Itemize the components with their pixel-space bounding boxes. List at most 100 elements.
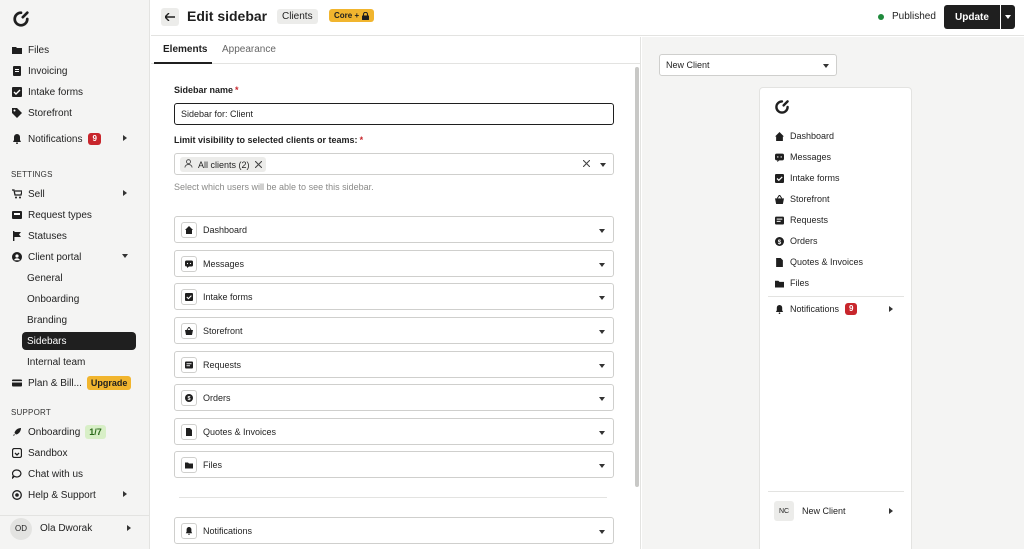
chevron-right-icon <box>122 491 128 499</box>
sidebar-item-intake-forms[interactable]: Intake forms <box>8 83 140 101</box>
plan-tag-label: Core + <box>334 11 360 20</box>
chevron-down-icon <box>823 64 829 68</box>
element-row-messages[interactable]: Messages <box>174 250 614 277</box>
sidebar-item-storefront[interactable]: Storefront <box>8 104 140 122</box>
chevron-down-icon[interactable] <box>599 431 605 435</box>
element-label: Notifications <box>203 525 253 536</box>
sidebar-item-label: Storefront <box>28 107 72 119</box>
sidebar-item-label: Invoicing <box>28 65 68 77</box>
element-row-notifications[interactable]: Notifications <box>174 517 614 544</box>
chevron-down-icon[interactable] <box>600 163 606 167</box>
chat-icon <box>12 469 22 479</box>
bell-icon <box>774 304 784 314</box>
preview-item-orders[interactable]: $ Orders <box>774 234 906 248</box>
sidebar-item-client-portal[interactable]: Client portal <box>8 248 140 266</box>
element-row-dashboard[interactable]: Dashboard <box>174 216 614 243</box>
tab-appearance[interactable]: Appearance <box>222 44 276 55</box>
rocket-icon <box>12 427 22 437</box>
editor-panel: Elements Appearance Sidebar name* Limit … <box>151 37 641 549</box>
preview-item-requests[interactable]: Requests <box>774 213 906 227</box>
app-logo-icon[interactable] <box>12 10 30 28</box>
help-icon <box>12 490 22 500</box>
element-label: Storefront <box>203 325 243 336</box>
lock-icon <box>362 11 370 20</box>
sidebar-item-statuses[interactable]: Statuses <box>8 227 140 245</box>
preview-item-quotes-invoices[interactable]: Quotes & Invoices <box>774 255 906 269</box>
preview-item-intake-forms[interactable]: Intake forms <box>774 171 906 185</box>
sidebar-subitem-onboarding[interactable]: Onboarding <box>22 290 136 308</box>
required-marker: * <box>359 135 364 145</box>
tab-elements[interactable]: Elements <box>163 44 207 55</box>
sidebar-item-files[interactable]: Files <box>8 41 140 59</box>
chevron-down-icon[interactable] <box>599 464 605 468</box>
sidebar-item-chat[interactable]: Chat with us <box>8 465 140 483</box>
element-row-requests[interactable]: Requests <box>174 351 614 378</box>
sidebar-subitem-branding[interactable]: Branding <box>22 311 136 329</box>
sidebar-name-input[interactable] <box>174 103 614 125</box>
element-row-files[interactable]: Files <box>174 451 614 478</box>
element-row-quotes-invoices[interactable]: Quotes & Invoices <box>174 418 614 445</box>
chevron-down-icon[interactable] <box>599 263 605 267</box>
upgrade-badge[interactable]: Upgrade <box>86 376 132 390</box>
sidebar-item-notifications[interactable]: Notifications 9 <box>8 130 140 148</box>
user-name: Ola Dworak <box>40 523 93 534</box>
editor-scrollbar[interactable] <box>635 67 639 487</box>
element-row-orders[interactable]: $ Orders <box>174 384 614 411</box>
folder-icon <box>774 278 784 288</box>
preview-user-menu[interactable]: NC New Client <box>768 497 904 525</box>
arrow-left-icon <box>165 13 175 21</box>
preview-item-messages[interactable]: Messages <box>774 150 906 164</box>
sidebar-item-label: Request types <box>28 209 92 221</box>
current-user-menu[interactable]: OD Ola Dworak <box>0 515 150 541</box>
preview-user-select-value: New Client <box>666 60 710 70</box>
preview-item-label: Files <box>790 278 810 288</box>
notifications-count-badge: 9 <box>88 133 101 145</box>
page-title: Edit sidebar <box>187 8 268 24</box>
chevron-down-icon[interactable] <box>599 397 605 401</box>
sidebar-subitem-sidebars[interactable]: Sidebars <box>22 332 136 350</box>
preview-item-label: Messages <box>790 152 832 162</box>
preview-item-dashboard[interactable]: Dashboard <box>774 129 906 143</box>
preview-user-select[interactable]: New Client <box>659 54 837 76</box>
sidebar-item-plan-billing[interactable]: Plan & Bill... Upgrade <box>8 374 140 392</box>
back-button[interactable] <box>161 8 179 26</box>
clear-selection-icon[interactable] <box>582 159 591 170</box>
sidebar-item-sell[interactable]: Sell <box>8 185 140 203</box>
update-options-button[interactable] <box>1001 5 1015 29</box>
visibility-select[interactable]: All clients (2) <box>174 153 614 175</box>
sidebar-item-invoicing[interactable]: Invoicing <box>8 62 140 80</box>
cart-icon <box>12 189 22 199</box>
chevron-down-icon[interactable] <box>599 364 605 368</box>
preview-item-label: Dashboard <box>790 131 835 141</box>
preview-item-files[interactable]: Files <box>774 276 906 290</box>
chevron-down-icon[interactable] <box>599 330 605 334</box>
element-label: Orders <box>203 392 231 403</box>
element-row-intake-forms[interactable]: Intake forms <box>174 283 614 310</box>
inbox-icon <box>12 210 22 220</box>
plan-tag: Core + <box>329 9 375 22</box>
bell-icon <box>12 134 22 144</box>
sidebar-item-request-types[interactable]: Request types <box>8 206 140 224</box>
home-icon <box>774 131 784 141</box>
sidebar-subitem-internal-team[interactable]: Internal team <box>22 353 136 371</box>
chevron-down-icon[interactable] <box>599 296 605 300</box>
sidebar-name-label-text: Sidebar name <box>174 85 234 95</box>
chevron-right-icon <box>126 523 132 534</box>
notifications-count-badge: 9 <box>845 303 858 315</box>
remove-chip-icon[interactable] <box>254 160 262 170</box>
chevron-down-icon <box>122 253 128 261</box>
sidebar-item-onboarding[interactable]: Onboarding 1/7 <box>8 423 140 441</box>
preview-item-storefront[interactable]: Storefront <box>774 192 906 206</box>
sidebar-item-help-support[interactable]: Help & Support <box>8 486 140 504</box>
element-row-storefront[interactable]: Storefront <box>174 317 614 344</box>
chevron-down-icon[interactable] <box>599 530 605 534</box>
sidebar-item-sandbox[interactable]: Sandbox <box>8 444 140 462</box>
avatar: NC <box>774 501 794 521</box>
element-label: Dashboard <box>203 224 248 235</box>
update-button[interactable]: Update <box>944 5 1000 29</box>
preview-item-notifications[interactable]: Notifications 9 <box>774 302 906 316</box>
sidebar-subitem-general[interactable]: General <box>22 269 136 287</box>
chevron-down-icon[interactable] <box>599 229 605 233</box>
chevron-right-icon <box>122 135 128 143</box>
sidebar-item-label: Onboarding <box>28 426 81 438</box>
